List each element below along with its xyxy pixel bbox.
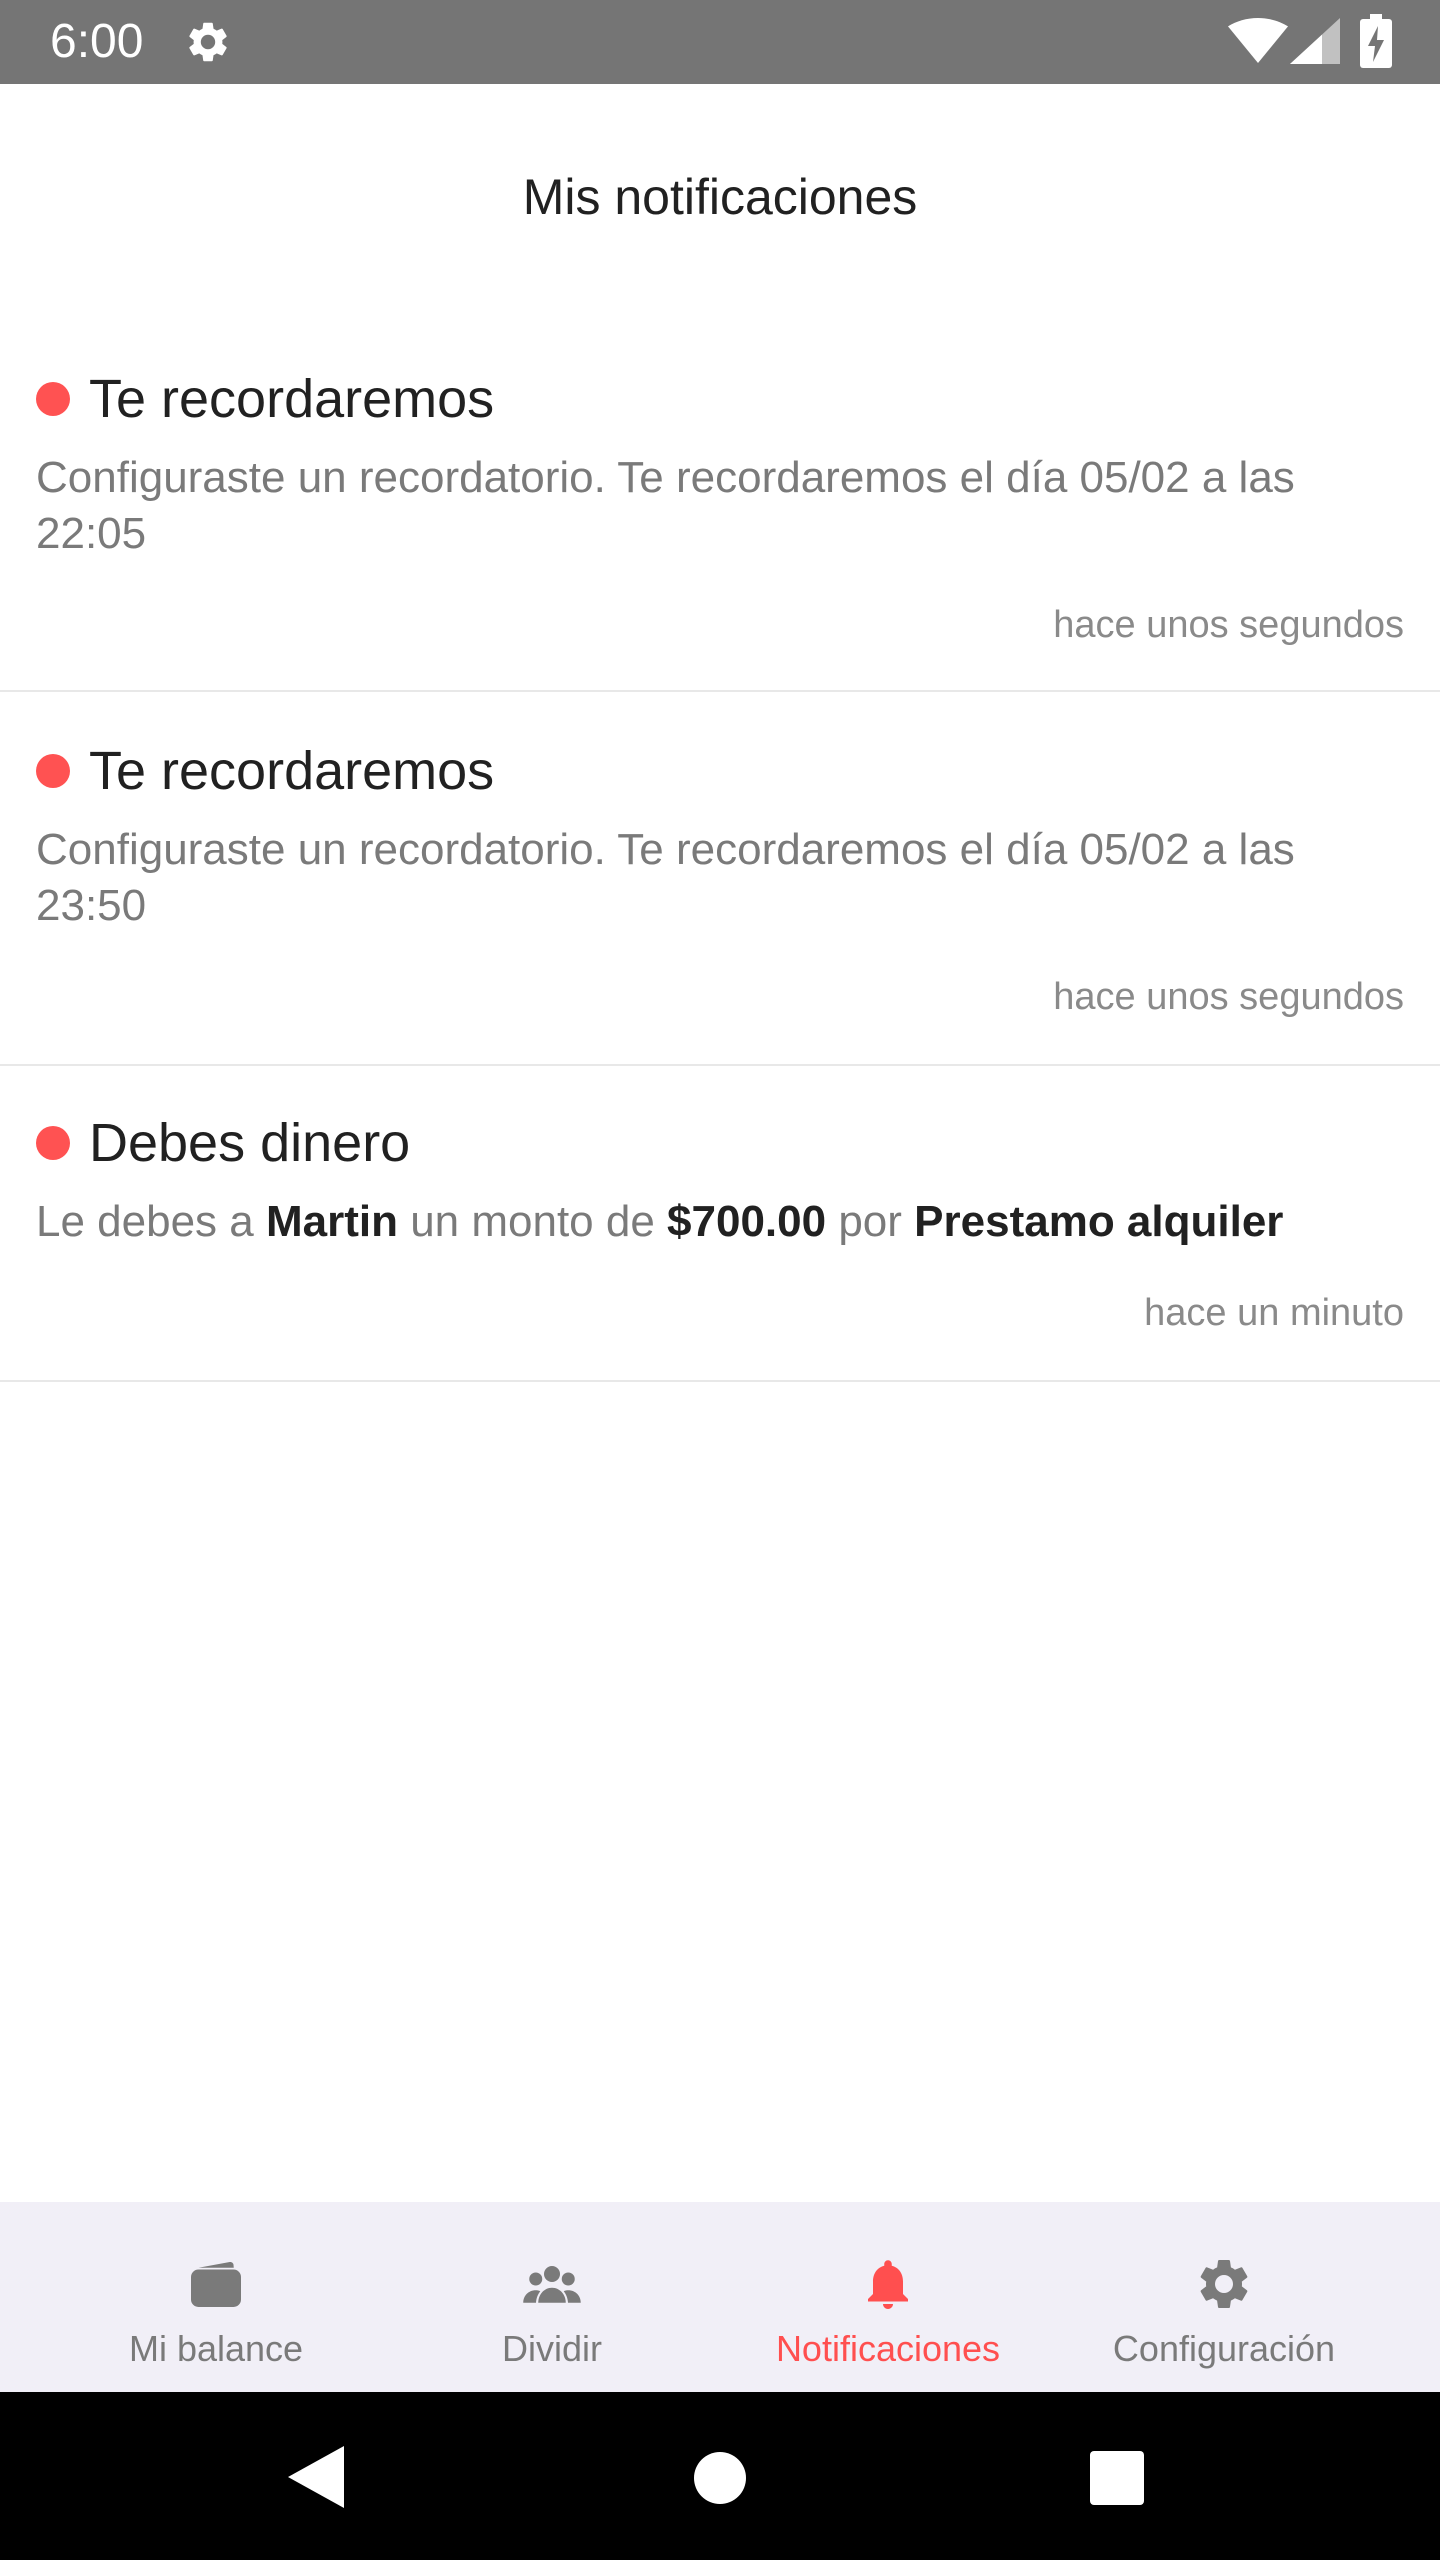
nav-item-dividir[interactable]: Dividir [372,2202,732,2392]
notification-title: Debes dinero [89,1113,411,1173]
nav-item-notificaciones[interactable]: Notificaciones [708,2202,1068,2392]
bottom-navigation: Mi balance Dividir Notificaciones Config… [0,2202,1440,2392]
notification-time: hace unos segundos [1053,976,1404,1018]
signal-icon [1290,18,1340,64]
body-text: Le debes a [36,1197,266,1246]
notification-body: Le debes a Martin un monto de $700.00 po… [36,1194,1416,1250]
unread-dot [36,1126,70,1160]
notification-title: Te recordaremos [89,369,495,429]
notification-time: hace un minuto [1144,1292,1404,1334]
debt-amount: $700.00 [667,1197,827,1246]
recents-icon[interactable] [1090,2451,1144,2505]
status-time: 6:00 [50,15,144,68]
unread-dot [36,382,70,416]
status-bar: 6:00 [0,0,1440,84]
home-icon[interactable] [694,2452,746,2504]
wallet-icon [191,2261,241,2307]
battery-charging-icon [1360,14,1392,68]
body-text: un monto de [397,1197,668,1246]
gear-icon [1200,2260,1248,2308]
back-icon[interactable] [288,2446,348,2508]
settings-icon [189,22,227,62]
notification-item[interactable]: Te recordaremos Configuraste un recordat… [0,330,1440,692]
nav-label: Mi balance [128,2328,304,2369]
notification-body: Configuraste un recordatorio. Te recorda… [36,453,1295,558]
nav-label: Configuración [1112,2328,1336,2369]
body-text: por [826,1197,915,1246]
nav-item-configuracion[interactable]: Configuración [1044,2202,1404,2392]
notification-item[interactable]: Debes dinero Le debes a Martin un monto … [0,1066,1440,1382]
bell-icon [868,2260,908,2309]
nav-item-mi-balance[interactable]: Mi balance [36,2202,396,2392]
system-navigation-bar [0,2392,1440,2560]
notification-item[interactable]: Te recordaremos Configuraste un recordat… [0,694,1440,1066]
nav-label: Notificaciones [775,2328,1001,2369]
wifi-icon [1228,18,1288,63]
nav-label: Dividir [501,2328,602,2369]
debtor-name: Martin [265,1197,398,1246]
unread-dot [36,754,70,788]
notification-title: Te recordaremos [89,741,495,801]
notification-body: Configuraste un recordatorio. Te recorda… [36,825,1295,930]
debt-concept: Prestamo alquiler [914,1197,1284,1246]
page-title: Mis notificaciones [522,169,918,225]
notification-time: hace unos segundos [1053,604,1404,646]
group-icon [523,2266,581,2303]
